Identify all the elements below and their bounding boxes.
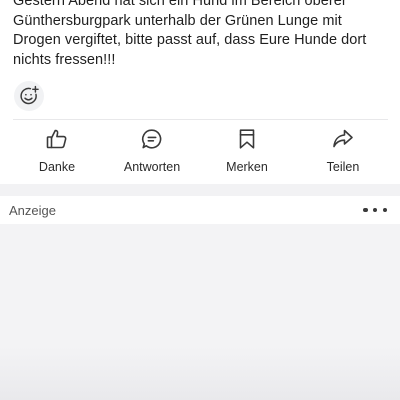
add-reaction-icon — [20, 85, 39, 105]
share-label: Teilen — [326, 160, 360, 174]
more-dots-icon — [363, 207, 368, 213]
thank-label: Danke — [38, 160, 76, 174]
share-arrow-icon — [330, 126, 356, 152]
reply-button[interactable]: Antworten — [107, 124, 197, 176]
feed-screen: Gestern Abend hat sich ein Hund im Berei… — [0, 0, 400, 400]
thank-button[interactable]: Danke — [12, 124, 102, 176]
feed-separator — [0, 184, 400, 196]
thumbs-up-icon — [44, 126, 70, 152]
more-dots-icon — [372, 207, 378, 213]
share-button[interactable]: Teilen — [298, 124, 388, 176]
ad-header: Anzeige — [0, 196, 400, 224]
more-options-button[interactable] — [363, 202, 387, 218]
bookmark-icon — [234, 126, 260, 152]
bookmark-button[interactable]: Merken — [202, 124, 292, 176]
post-divider — [13, 119, 388, 120]
bookmark-label: Merken — [226, 160, 268, 174]
post-action-bar: Danke Antworten Merken Teilen — [0, 124, 400, 176]
speech-bubble-icon — [139, 126, 165, 152]
ad-label: Anzeige — [9, 203, 56, 218]
more-dots-icon — [382, 207, 387, 213]
ad-content-area[interactable] — [0, 224, 400, 400]
post-text: Gestern Abend hat sich ein Hund im Berei… — [13, 0, 367, 68]
reply-label: Antworten — [123, 160, 181, 174]
post-card: Gestern Abend hat sich ein Hund im Berei… — [0, 0, 400, 184]
add-reaction-button[interactable] — [14, 81, 44, 111]
